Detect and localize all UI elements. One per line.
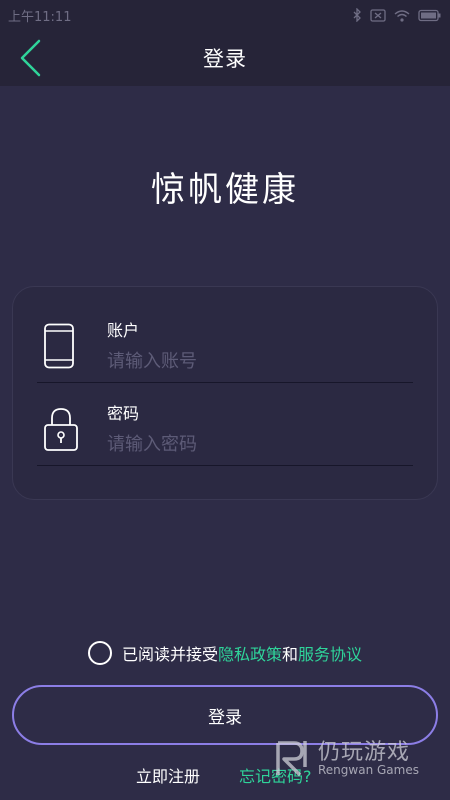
status-time: 上午11:11 [8, 9, 72, 25]
account-label: 账户 [107, 321, 140, 340]
status-icons [352, 8, 442, 22]
agree-radio[interactable] [87, 641, 112, 665]
back-button[interactable] [10, 36, 50, 80]
watermark-logo-icon [276, 741, 307, 777]
watermark-cn: 仍玩游戏 [318, 740, 411, 766]
page-title: 登录 [203, 47, 247, 71]
no-sim-icon [370, 8, 386, 22]
phone-icon [44, 323, 74, 369]
password-field: 密码 [37, 374, 413, 466]
battery-icon [418, 9, 441, 21]
agreement-row: 已阅读并接受 隐私政策 和 服务协议 [0, 639, 450, 667]
account-input[interactable] [107, 347, 407, 375]
password-input[interactable] [107, 430, 407, 458]
status-bar: 上午11:11 [0, 0, 450, 30]
lock-icon [44, 408, 78, 451]
privacy-policy-link[interactable]: 隐私政策 [218, 641, 282, 665]
watermark-en: Rengwan Games [318, 763, 419, 778]
app-title: 惊帆健康 [151, 170, 299, 210]
chevron-left-icon [20, 39, 41, 77]
watermark: 仍玩游戏 Rengwan Games [272, 734, 442, 784]
bluetooth-icon [353, 8, 361, 22]
agreement-connector: 和 [282, 645, 299, 664]
wifi-icon [394, 9, 410, 22]
agreement-prefix: 已阅读并接受 [121, 645, 218, 664]
terms-of-service-link[interactable]: 服务协议 [298, 641, 362, 665]
password-divider [37, 465, 413, 466]
register-link[interactable]: 立即注册 [136, 763, 200, 787]
account-field: 账户 [37, 291, 413, 383]
password-label: 密码 [107, 404, 140, 423]
login-form-card: 账户 密码 [12, 286, 438, 500]
watermark-text: 仍玩游戏 Rengwan Games [318, 741, 419, 777]
header-bar: 登录 [0, 30, 450, 86]
